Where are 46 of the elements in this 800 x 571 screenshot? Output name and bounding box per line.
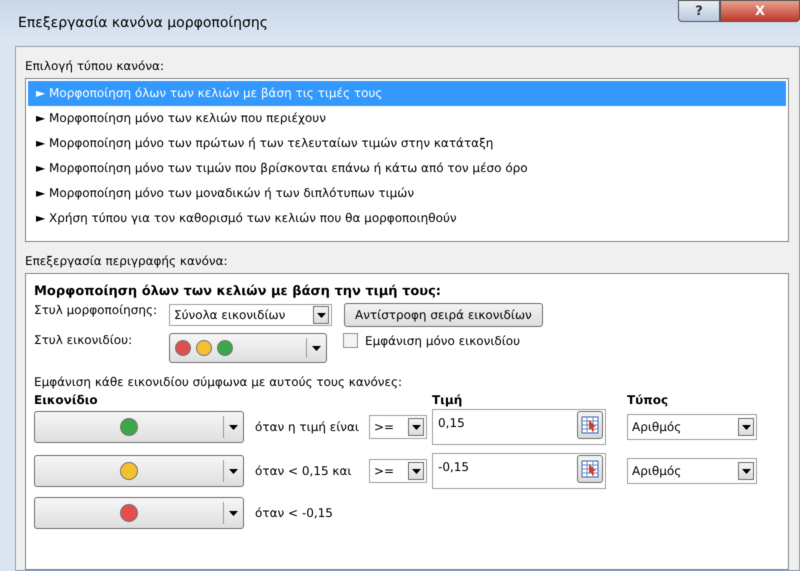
rule-type-item[interactable]: ► Μορφοποίηση μόνο των μοναδικών ή των διπλότυπων τιμών: [28, 181, 786, 206]
column-header: Εικονίδιο: [34, 393, 99, 407]
range-select-button[interactable]: [577, 411, 603, 439]
format-style-dropdown[interactable]: Σύνολα εικονιδίων: [169, 304, 332, 326]
rules-intro-text: Εμφάνιση κάθε εικονιδίου σύμφωνα με αυτούς τους κανόνες:: [34, 375, 404, 389]
condition-text: όταν < -0,15: [254, 506, 334, 520]
value-field[interactable]: -0,15: [432, 453, 606, 489]
rule-type-item[interactable]: ► Μορφοποίηση μόνο των κελιών που περιέχουν: [28, 106, 786, 131]
rule-type-item[interactable]: ► Χρήση τύπου για τον καθορισμό των κελιών που θα μορφοποιηθούν: [28, 206, 786, 231]
help-button[interactable]: ?: [678, 0, 720, 22]
field-label: Στυλ εικονιδίου:: [34, 333, 134, 347]
icon-style-dropdown[interactable]: [169, 333, 327, 363]
panel-heading: Μορφοποίηση όλων των κελιών με βάση την τιμή τους:: [34, 284, 442, 299]
cell-range-icon: [581, 416, 599, 434]
section-label: Επιλογή τύπου κανόνα:: [25, 59, 166, 73]
operator-dropdown[interactable]: >=: [369, 415, 427, 439]
caret-icon: [742, 424, 750, 430]
column-header: Τιμή: [432, 393, 464, 407]
caret-icon: [312, 346, 321, 350]
type-dropdown[interactable]: Αριθμός: [627, 414, 757, 440]
reverse-order-button[interactable]: Αντίστροφη σειρά εικονιδίων: [344, 303, 543, 327]
rule-type-item[interactable]: ► Μορφοποίηση μόνο των τιμών που βρίσκονται επάνω ή κάτω από τον μέσο όρο: [28, 156, 786, 181]
caret-icon: [229, 424, 238, 430]
window-title: Επεξεργασία κανόνα μορφοποίησης: [18, 15, 268, 31]
cell-range-icon: [581, 460, 599, 478]
icon-dropdown[interactable]: [34, 497, 244, 529]
condition-text: όταν < 0,15 και: [254, 464, 352, 478]
rule-type-item[interactable]: ► Μορφοποίηση μόνο των πρώτων ή των τελευταίων τιμών στην κατάταξη: [28, 131, 786, 156]
operator-dropdown[interactable]: >=: [369, 459, 427, 483]
icon-dropdown[interactable]: [34, 455, 244, 487]
caret-icon: [316, 312, 326, 318]
caret-icon: [229, 468, 238, 474]
value-field[interactable]: 0,15: [432, 409, 606, 445]
caret-icon: [229, 510, 238, 516]
type-dropdown[interactable]: Αριθμός: [627, 458, 757, 484]
icon-dropdown[interactable]: [34, 411, 244, 443]
condition-text: όταν η τιμή είναι: [254, 420, 360, 434]
caret-icon: [742, 468, 750, 474]
column-header: Τύπος: [627, 393, 670, 407]
checkbox[interactable]: [343, 333, 358, 348]
show-icon-only-checkbox[interactable]: Εμφάνιση μόνο εικονιδίου: [343, 333, 520, 348]
field-label: Στυλ μορφοποίησης:: [34, 303, 158, 317]
section-label: Επεξεργασία περιγραφής κανόνα:: [25, 254, 229, 268]
caret-icon: [412, 468, 420, 474]
range-select-button[interactable]: [577, 455, 603, 483]
caret-icon: [412, 424, 420, 430]
